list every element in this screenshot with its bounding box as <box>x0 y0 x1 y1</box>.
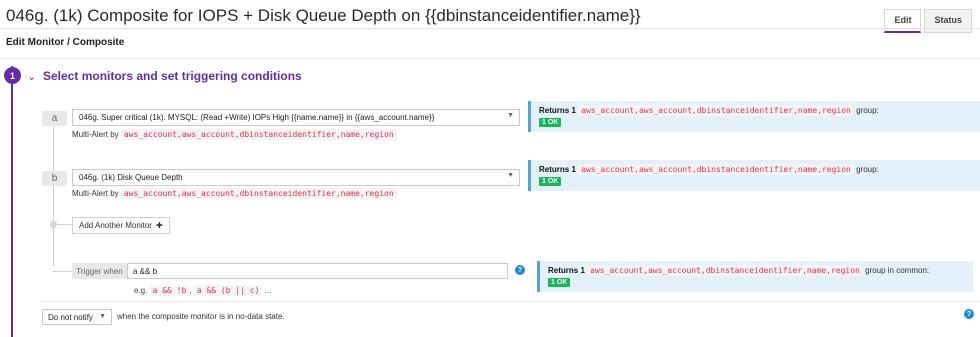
example-separator: , <box>189 286 192 295</box>
breadcrumb-divider <box>0 58 980 59</box>
monitor-select-value: 046g. (1k) Disk Queue Depth <box>79 173 183 182</box>
status-badge: 1 OK <box>539 118 562 127</box>
gutter-connector <box>53 126 54 176</box>
returns-label: Returns 1 <box>539 106 576 115</box>
add-monitor-label: Add Another Monitor <box>79 221 152 230</box>
gutter-connector <box>53 271 72 272</box>
example-prefix: e.g. <box>134 286 148 295</box>
trigger-examples: e.g. a && !b, a && (b || c) ... <box>134 285 272 296</box>
returns-suffix: group in common: <box>865 266 930 275</box>
returns-label: Returns 1 <box>539 165 576 174</box>
tab-edit[interactable]: Edit <box>884 9 922 33</box>
multi-alert-value: aws_account,aws_account,dbinstanceidenti… <box>120 188 397 199</box>
status-badge: 1 OK <box>539 177 562 186</box>
trigger-label: Trigger when <box>72 263 127 279</box>
header-divider <box>0 28 980 29</box>
returns-groups: aws_account,aws_account,dbinstanceidenti… <box>578 164 854 175</box>
monitor-letter-a: a <box>42 111 67 126</box>
step-line <box>11 66 13 337</box>
caret-down-icon: ▼ <box>99 313 106 320</box>
no-data-select[interactable]: Do not notify ▼ <box>42 309 112 325</box>
tab-bar: Edit Status <box>884 9 972 33</box>
help-icon[interactable]: ? <box>964 309 974 319</box>
breadcrumb: Edit Monitor / Composite <box>6 37 125 48</box>
monitor-select-a[interactable]: 046g. Super critical (1k). MYSQL: (Read … <box>72 109 520 126</box>
step-number-badge: 1 <box>4 67 21 84</box>
example-code: a && (b || c) <box>193 285 263 296</box>
returns-label: Returns 1 <box>548 266 585 275</box>
tab-status[interactable]: Status <box>924 9 972 33</box>
example-code: a && !b <box>149 285 190 296</box>
no-data-select-value: Do not notify <box>48 313 93 322</box>
page-title: 046g. (1k) Composite for IOPS + Disk Que… <box>6 6 641 25</box>
chevron-down-icon[interactable]: ⌄ <box>27 70 36 83</box>
multi-alert-label: Multi-Alert by <box>72 189 119 198</box>
monitor-select-b[interactable]: 046g. (1k) Disk Queue Depth ▼ <box>72 169 520 186</box>
footer-divider <box>40 301 980 302</box>
monitor-select-value: 046g. Super critical (1k). MYSQL: (Read … <box>79 113 435 122</box>
monitor-letter-b: b <box>42 171 67 186</box>
multi-alert-b: Multi-Alert by aws_account,aws_account,d… <box>72 188 397 199</box>
returns-suffix: group: <box>856 106 879 115</box>
no-data-text: when the composite monitor is in no-data… <box>117 312 285 321</box>
returns-suffix: group: <box>856 165 879 174</box>
plus-icon: ✚ <box>155 221 163 230</box>
multi-alert-label: Multi-Alert by <box>72 130 119 139</box>
gutter-dot <box>50 221 57 228</box>
multi-alert-value: aws_account,aws_account,dbinstanceidenti… <box>120 129 397 140</box>
add-monitor-button[interactable]: Add Another Monitor ✚ <box>72 217 170 234</box>
step-title[interactable]: Select monitors and set triggering condi… <box>43 69 302 83</box>
returns-info-b: Returns 1 aws_account,aws_account,dbinst… <box>528 160 980 191</box>
gutter-connector <box>57 224 72 225</box>
returns-info-trigger: Returns 1 aws_account,aws_account,dbinst… <box>537 261 973 292</box>
help-icon[interactable]: ? <box>515 265 525 275</box>
returns-groups: aws_account,aws_account,dbinstanceidenti… <box>587 265 863 276</box>
example-suffix: ... <box>264 286 272 295</box>
caret-down-icon: ▼ <box>507 112 514 119</box>
returns-info-a: Returns 1 aws_account,aws_account,dbinst… <box>528 101 980 132</box>
status-badge: 1 OK <box>548 278 571 287</box>
returns-groups: aws_account,aws_account,dbinstanceidenti… <box>578 105 854 116</box>
trigger-input[interactable]: a && b <box>127 263 508 279</box>
caret-down-icon: ▼ <box>507 172 514 179</box>
multi-alert-a: Multi-Alert by aws_account,aws_account,d… <box>72 129 397 140</box>
